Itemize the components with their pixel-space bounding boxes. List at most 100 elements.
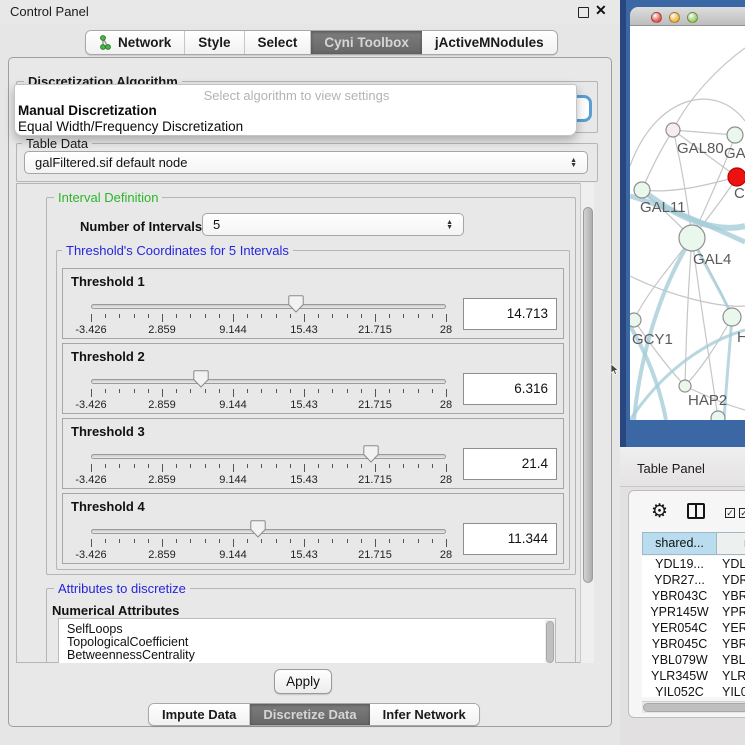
network-edge-thick[interactable] — [634, 238, 692, 420]
threshold-value-field[interactable]: 11.344 — [463, 523, 557, 555]
tick-mark — [162, 389, 163, 397]
gear-icon[interactable]: ⚙ — [651, 500, 668, 523]
threshold-value-field[interactable]: 6.316 — [463, 373, 557, 405]
column-header[interactable]: shared... — [642, 532, 717, 555]
column-header[interactable]: n — [717, 532, 745, 555]
tab-label: Discretize Data — [263, 707, 356, 722]
network-canvas[interactable]: GAL80GACGAL11GAL4GCY1HHAP2 — [630, 26, 745, 420]
network-node[interactable] — [679, 225, 705, 251]
settings-scrollbar[interactable] — [580, 183, 594, 663]
tab-style[interactable]: Style — [185, 31, 244, 54]
network-node[interactable] — [728, 168, 745, 186]
tick-mark — [290, 314, 291, 318]
scrollbar-thumb[interactable] — [546, 621, 554, 663]
tick-label: 15.43 — [279, 324, 329, 336]
table-row[interactable]: YBL079WYBL0 — [642, 652, 745, 668]
network-node[interactable] — [727, 127, 743, 143]
tick-label: 21.715 — [350, 474, 400, 486]
tick-mark — [418, 314, 419, 318]
network-node[interactable] — [711, 411, 725, 420]
tab-infer-network[interactable]: Infer Network — [370, 704, 479, 725]
network-edge[interactable] — [642, 130, 673, 190]
tab-cyni-toolbox[interactable]: Cyni Toolbox — [311, 31, 422, 54]
threshold-slider-thumb[interactable] — [193, 370, 209, 388]
threshold-slider-thumb[interactable] — [363, 445, 379, 463]
tick-mark — [190, 539, 191, 543]
tab-jactivemnodules[interactable]: jActiveMNodules — [422, 31, 557, 54]
network-node[interactable] — [666, 123, 680, 137]
close-traffic-light-icon[interactable] — [651, 12, 662, 23]
threshold-slider-track[interactable] — [91, 454, 446, 459]
split-columns-icon[interactable] — [687, 503, 705, 519]
zoom-traffic-light-icon[interactable] — [687, 12, 698, 23]
scrollbar-thumb[interactable] — [643, 703, 745, 712]
algorithm-option[interactable]: Manual Discretization — [18, 103, 157, 118]
table-row[interactable]: YDR27...YDR2 — [642, 572, 745, 588]
scrollbar-thumb[interactable] — [583, 207, 593, 583]
table-row[interactable]: YDL19...YDL1 — [642, 556, 745, 572]
table-data-combobox[interactable]: galFiltered.sif default node ▲▼ — [24, 151, 588, 174]
network-node[interactable] — [679, 380, 691, 392]
threshold-slider-thumb[interactable] — [250, 520, 266, 538]
cell-shared-name: YLR345W — [642, 668, 717, 684]
float-panel-icon[interactable] — [578, 7, 589, 18]
network-node[interactable] — [634, 182, 650, 198]
minimize-traffic-light-icon[interactable] — [669, 12, 680, 23]
threshold-slider-track[interactable] — [91, 379, 446, 384]
close-icon[interactable]: ✕ — [595, 2, 607, 19]
tick-mark — [304, 464, 305, 472]
number-of-intervals-value: 5 — [213, 217, 220, 232]
threshold-value-field[interactable]: 21.4 — [463, 448, 557, 480]
table-horizontal-scrollbar[interactable] — [642, 701, 745, 713]
number-of-intervals-combobox[interactable]: 5 ▲▼ — [202, 213, 464, 236]
table-row[interactable]: YBR043CYBR0 — [642, 588, 745, 604]
tick-mark — [418, 464, 419, 468]
tab-impute-data[interactable]: Impute Data — [149, 704, 250, 725]
algorithm-option[interactable]: Equal Width/Frequency Discretization — [18, 119, 243, 134]
tab-network[interactable]: Network — [86, 31, 185, 54]
tick-mark — [432, 464, 433, 468]
tick-label: -3.426 — [66, 474, 116, 486]
network-icon — [99, 35, 112, 50]
threshold-panel: Threshold 2-3.4262.8599.14415.4321.71528… — [62, 343, 564, 414]
checkbox-icon[interactable]: ✓ — [725, 508, 735, 518]
threshold-slider-track[interactable] — [91, 529, 446, 534]
table-row[interactable]: YLR345WYLR3 — [642, 668, 745, 684]
tick-label: 2.859 — [137, 324, 187, 336]
tick-mark — [162, 314, 163, 322]
tick-mark — [219, 314, 220, 318]
network-edge[interactable] — [673, 130, 735, 135]
numerical-attributes-list[interactable]: SelfLoopsTopologicalCoefficientBetweenne… — [58, 618, 556, 663]
list-item[interactable]: TopologicalCoefficient — [67, 635, 188, 649]
tab-discretize-data[interactable]: Discretize Data — [250, 704, 369, 725]
table-row[interactable]: YIL052CYIL0 — [642, 684, 745, 697]
network-node[interactable] — [630, 313, 641, 327]
list-item[interactable]: SelfLoops — [67, 622, 123, 636]
table-row[interactable]: YBR045CYBR0 — [642, 636, 745, 652]
tick-mark — [375, 539, 376, 547]
network-node[interactable] — [723, 308, 741, 326]
tick-mark — [418, 389, 419, 393]
list-item[interactable]: BetweennessCentrality — [67, 648, 195, 662]
tick-mark — [148, 314, 149, 318]
network-edge[interactable] — [685, 238, 692, 386]
threshold-slider-thumb[interactable] — [288, 295, 304, 313]
checkbox-icon[interactable]: ✓ — [739, 508, 745, 518]
threshold-slider-track[interactable] — [91, 304, 446, 309]
tick-mark — [176, 464, 177, 468]
tab-label: Select — [258, 35, 298, 50]
attributes-scrollbar[interactable] — [545, 620, 555, 663]
network-window-titlebar[interactable] — [630, 7, 745, 26]
tick-mark — [318, 539, 319, 543]
table-row[interactable]: YPR145WYPR1 — [642, 604, 745, 620]
tick-mark — [148, 539, 149, 543]
threshold-value-field[interactable]: 14.713 — [463, 298, 557, 330]
tab-select[interactable]: Select — [245, 31, 312, 54]
network-edge[interactable] — [642, 177, 737, 191]
table-row[interactable]: YER054CYER0 — [642, 620, 745, 636]
apply-button[interactable]: Apply — [274, 669, 332, 694]
tick-mark — [190, 464, 191, 468]
tick-mark — [233, 314, 234, 322]
network-edge[interactable] — [673, 48, 745, 130]
threshold-label: Threshold 2 — [71, 349, 145, 364]
